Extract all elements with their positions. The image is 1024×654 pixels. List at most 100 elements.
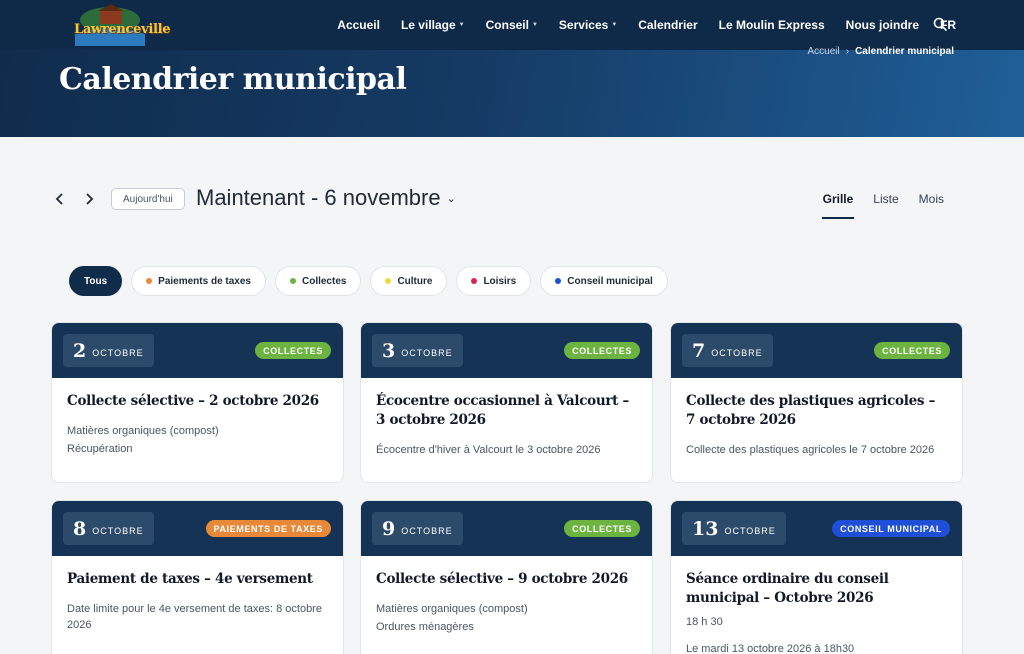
page-hero: Lawrenceville Accueil Le village ▼ Conseil ▼… — [0, 0, 1024, 137]
breadcrumb-separator: › — [845, 46, 850, 57]
filter-chip-2[interactable]: Collectes — [274, 266, 362, 296]
filter-chip-label: Collectes — [301, 275, 347, 287]
event-month: OCTOBRE — [92, 526, 144, 536]
event-day: 9 — [382, 517, 396, 540]
event-title[interactable]: Collecte sélective – 2 octobre 2026 — [67, 392, 328, 411]
event-card[interactable]: 8 OCTOBRE PAIEMENTS DE TAXES Paiement de ta… — [51, 500, 344, 654]
event-date: 3 OCTOBRE — [372, 334, 463, 367]
event-card-body: Paiement de taxes – 4e versement Date lim… — [52, 556, 343, 633]
event-month: OCTOBRE — [401, 526, 453, 536]
filter-chip-4[interactable]: Loisirs — [456, 266, 532, 296]
category-dot-icon — [471, 278, 478, 284]
page-title: Calendrier municipal — [59, 62, 407, 97]
category-badge: COLLECTES — [564, 520, 640, 537]
event-date: 2 OCTOBRE — [63, 334, 154, 367]
event-month: OCTOBRE — [724, 526, 776, 536]
event-date: 7 OCTOBRE — [682, 334, 773, 367]
event-description-line: Matières organiques (compost) — [67, 425, 219, 437]
event-card-header: 8 OCTOBRE PAIEMENTS DE TAXES — [52, 501, 343, 556]
nav-item-label: Conseil — [485, 18, 529, 32]
event-description: 18 h 30 Le mardi 13 octobre 2026 à 18h30 — [686, 614, 947, 654]
view-tab-0[interactable]: Grille — [821, 192, 854, 219]
event-description-line: Date limite pour le 4e versement de taxe… — [67, 603, 322, 631]
event-date: 9 OCTOBRE — [372, 512, 463, 545]
caret-down-icon: ▼ — [531, 22, 538, 28]
chevron-down-icon: ⌄ — [446, 192, 456, 205]
filter-chip-5[interactable]: Conseil municipal — [540, 266, 668, 296]
event-card[interactable]: 9 OCTOBRE COLLECTES Collecte sélective – 9 … — [360, 500, 653, 654]
event-card-header: 2 OCTOBRE COLLECTES — [52, 323, 343, 378]
category-badge: COLLECTES — [255, 342, 331, 359]
event-description: Date limite pour le 4e versement de taxe… — [67, 601, 328, 633]
event-title[interactable]: Collecte sélective – 9 octobre 2026 — [376, 570, 637, 589]
event-month: OCTOBRE — [401, 348, 453, 358]
view-tab-1[interactable]: Liste — [873, 192, 898, 206]
breadcrumb-current: Calendrier municipal — [855, 46, 954, 57]
filter-chip-label: Culture — [397, 275, 433, 287]
filter-chip-0[interactable]: Tous — [69, 266, 123, 296]
nav-item-label: Le village — [400, 18, 456, 32]
event-card[interactable]: 2 OCTOBRE COLLECTES Collecte sélective – 2 … — [51, 322, 344, 483]
event-title[interactable]: Collecte des plastiques agricoles – 7 oc… — [686, 392, 947, 430]
event-card[interactable]: 7 OCTOBRE COLLECTES Collecte des plastiques… — [670, 322, 963, 483]
event-card[interactable]: 3 OCTOBRE COLLECTES Écocentre occasionnel à… — [360, 322, 653, 483]
breadcrumb: Accueil › Calendrier municipal — [807, 46, 954, 57]
event-card-header: 9 OCTOBRE COLLECTES — [361, 501, 652, 556]
filter-chip-1[interactable]: Paiements de taxes — [131, 266, 266, 296]
category-dot-icon — [146, 278, 153, 284]
caret-down-icon: ▼ — [611, 22, 618, 28]
category-badge: COLLECTES — [874, 342, 950, 359]
next-button[interactable] — [79, 189, 99, 209]
event-card-body: Écocentre occasionnel à Valcourt – 3 oct… — [361, 378, 652, 458]
filter-chip-3[interactable]: Culture — [370, 266, 448, 296]
today-button[interactable]: Aujourd'hui — [111, 188, 185, 210]
nav-item-4[interactable]: Calendrier — [638, 18, 697, 32]
event-day: 8 — [73, 517, 87, 540]
filter-chip-label: Conseil municipal — [567, 275, 653, 287]
category-badge: COLLECTES — [564, 342, 640, 359]
event-card-body: Collecte des plastiques agricoles – 7 oc… — [671, 378, 962, 458]
date-range-selector[interactable]: Maintenant - 6 novembre ⌄ — [196, 185, 456, 211]
event-card-body: Séance ordinaire du conseil municipal – … — [671, 556, 962, 654]
event-description-line: Récupération — [67, 443, 133, 455]
category-badge: PAIEMENTS DE TAXES — [205, 520, 331, 537]
nav-item-1[interactable]: Le village ▼ — [401, 18, 465, 32]
event-description: Écocentre d'hiver à Valcourt le 3 octobr… — [376, 442, 637, 458]
logo-text: Lawrenceville — [74, 22, 171, 37]
nav-item-3[interactable]: Services ▼ — [559, 18, 617, 32]
nav-item-2[interactable]: Conseil ▼ — [486, 18, 538, 32]
event-title[interactable]: Séance ordinaire du conseil municipal – … — [686, 570, 947, 608]
event-card[interactable]: 13 OCTOBRE CONSEIL MUNICIPAL Séance ordinai… — [670, 500, 963, 654]
filter-chip-label: Tous — [84, 275, 108, 287]
event-description-line: Le mardi 13 octobre 2026 à 18h30 — [686, 643, 855, 654]
event-description-line: Collecte des plastiques agricoles le 7 o… — [686, 444, 935, 456]
event-day: 13 — [692, 517, 719, 540]
nav-item-label: Accueil — [337, 18, 380, 32]
previous-button[interactable] — [50, 189, 70, 209]
event-time: 18 h 30 — [686, 616, 723, 628]
event-date: 13 OCTOBRE — [682, 512, 786, 545]
event-title[interactable]: Paiement de taxes – 4e versement — [67, 570, 328, 589]
nav-item-5[interactable]: Le Moulin Express — [719, 18, 825, 32]
chevron-right-icon — [86, 193, 94, 205]
nav-item-0[interactable]: Accueil — [337, 18, 380, 32]
date-range-label: Maintenant - 6 novembre — [196, 185, 441, 210]
nav-item-label: Nous joindre — [845, 18, 919, 32]
category-dot-icon — [385, 278, 392, 284]
event-description-line: Ordures ménagères — [376, 621, 474, 633]
filter-chip-label: Paiements de taxes — [158, 275, 251, 287]
event-date: 8 OCTOBRE — [63, 512, 154, 545]
search-icon[interactable] — [933, 17, 947, 31]
caret-down-icon: ▼ — [458, 22, 465, 28]
category-dot-icon — [555, 278, 562, 284]
view-tab-2[interactable]: Mois — [919, 192, 944, 206]
nav-item-6[interactable]: Nous joindre — [846, 18, 919, 32]
breadcrumb-home-link[interactable]: Accueil — [807, 46, 839, 57]
event-month: OCTOBRE — [711, 348, 763, 358]
event-card-header: 7 OCTOBRE COLLECTES — [671, 323, 962, 378]
category-filters: Tous Paiements de taxes Collectes Culture Lo… — [69, 266, 668, 296]
event-title[interactable]: Écocentre occasionnel à Valcourt – 3 oct… — [376, 392, 637, 430]
event-card-header: 3 OCTOBRE COLLECTES — [361, 323, 652, 378]
nav-item-label: Le Moulin Express — [718, 18, 825, 32]
event-month: OCTOBRE — [92, 348, 144, 358]
